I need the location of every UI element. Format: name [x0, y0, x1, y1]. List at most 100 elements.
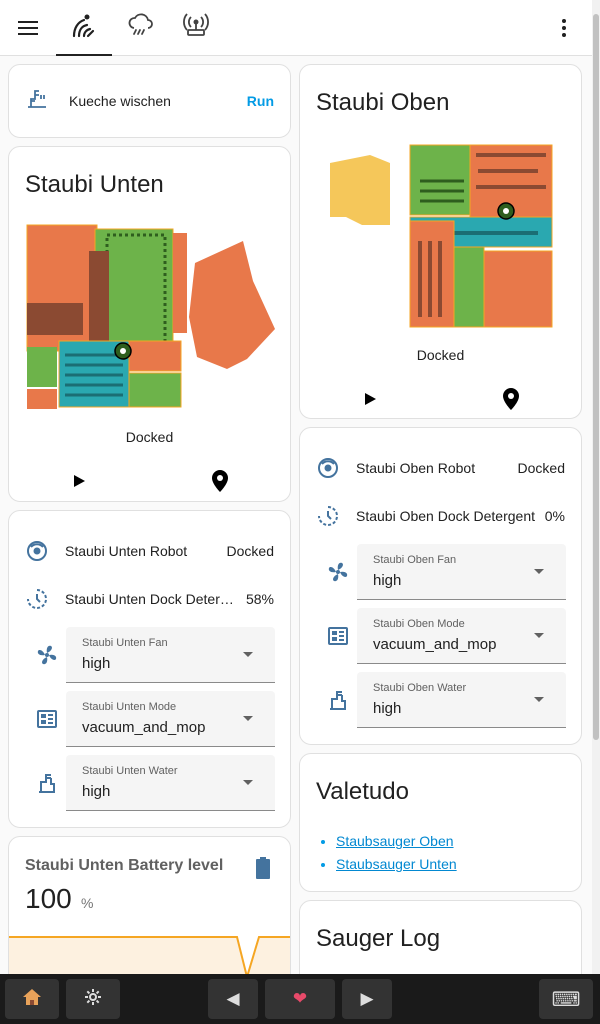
keyboard-button[interactable]: ⌨	[539, 979, 593, 1019]
chevron-down-icon	[534, 697, 544, 702]
start-button[interactable]	[59, 463, 99, 501]
water-select[interactable]: Staubi Unten Water high	[66, 755, 275, 811]
vacuum-map[interactable]	[25, 223, 277, 413]
keyboard-icon: ⌨	[551, 988, 581, 1011]
battery-card[interactable]: Staubi Unten Battery level 100 %	[8, 836, 291, 996]
vacuum-map[interactable]	[326, 141, 558, 331]
top-app-bar	[0, 0, 592, 56]
entity-row-robot[interactable]: Staubi Unten Robot Docked	[25, 527, 274, 575]
robot-vacuum-icon	[316, 456, 340, 480]
heart-icon: ❤	[292, 989, 308, 1008]
home-button[interactable]	[5, 979, 59, 1019]
map-marker-icon	[502, 387, 520, 415]
select-value: high	[373, 700, 402, 717]
fan-icon	[326, 560, 350, 584]
access-point-network-icon	[183, 12, 209, 43]
entity-state: 58%	[245, 591, 274, 607]
card-title: Valetudo	[316, 778, 409, 805]
play-icon	[363, 392, 377, 411]
mode-select[interactable]: Staubi Oben Mode vacuum_and_mop	[357, 608, 566, 664]
select-label: Staubi Oben Water	[373, 682, 467, 694]
battery-icon	[256, 857, 270, 884]
select-value: vacuum_and_mop	[82, 719, 206, 736]
select-label: Staubi Unten Fan	[82, 637, 168, 649]
next-icon: ▶	[360, 989, 374, 1008]
locate-button[interactable]	[491, 381, 531, 418]
tab-network[interactable]	[168, 0, 224, 56]
chevron-down-icon	[534, 633, 544, 638]
mode-select[interactable]: Staubi Unten Mode vacuum_and_mop	[66, 691, 275, 747]
previous-button[interactable]: ◀	[208, 979, 258, 1019]
fan-select[interactable]: Staubi Oben Fan high	[357, 544, 566, 600]
script-name: Kueche wischen	[69, 93, 171, 109]
select-label: Staubi Unten Mode	[82, 701, 177, 713]
card-title: Staubi Unten	[25, 171, 164, 198]
robot-vacuum-icon	[71, 12, 97, 43]
card-title: Staubi Oben	[316, 89, 450, 116]
chevron-down-icon	[243, 652, 253, 657]
tab-robot-vacuum[interactable]	[56, 0, 112, 56]
entity-name: Staubi Oben Dock Detergent	[356, 508, 535, 524]
link-staubsauger-unten[interactable]: Staubsauger Unten	[336, 856, 457, 872]
view-dashboard-icon	[35, 707, 59, 731]
link-staubsauger-oben[interactable]: Staubsauger Oben	[336, 833, 454, 849]
robot-vacuum-icon	[25, 539, 49, 563]
progress-clock-icon	[316, 504, 340, 528]
scrollbar-thumb[interactable]	[593, 14, 599, 740]
select-value: high	[82, 783, 111, 800]
select-value: high	[373, 572, 402, 589]
battery-unit: %	[81, 895, 94, 911]
select-label: Staubi Oben Fan	[373, 554, 457, 566]
fan-select[interactable]: Staubi Unten Fan high	[66, 627, 275, 683]
vacuum-status: Docked	[125, 429, 174, 445]
water-select[interactable]: Staubi Oben Water high	[357, 672, 566, 728]
hamburger-menu-icon[interactable]	[0, 0, 56, 56]
entities-card-unten: Staubi Unten Robot Docked Staubi Unten D…	[8, 510, 291, 828]
entity-state: Docked	[517, 460, 565, 476]
run-button[interactable]: Run	[247, 93, 274, 109]
select-value: high	[82, 655, 111, 672]
tab-weather[interactable]	[112, 0, 168, 56]
water-pump-icon	[25, 87, 49, 116]
next-button[interactable]: ▶	[342, 979, 392, 1019]
chevron-down-icon	[243, 716, 253, 721]
map-marker-icon	[211, 469, 229, 497]
previous-icon: ◀	[226, 989, 240, 1008]
battery-title: Staubi Unten Battery level	[25, 857, 224, 874]
bottom-toolbar: ◀ ❤ ▶ ⌨	[0, 974, 600, 1024]
entity-state: 0%	[544, 508, 565, 524]
select-label: Staubi Unten Water	[82, 765, 178, 777]
vacuum-status: Docked	[416, 347, 465, 363]
start-button[interactable]	[350, 381, 390, 418]
link-list: Staubsauger Oben Staubsauger Unten	[336, 830, 457, 876]
entity-name: Staubi Oben Robot	[356, 460, 476, 476]
entity-row-robot[interactable]: Staubi Oben Robot Docked	[316, 444, 565, 492]
locate-button[interactable]	[200, 463, 240, 501]
settings-button[interactable]	[66, 979, 120, 1019]
home-icon	[22, 987, 42, 1012]
vacuum-card-oben: Staubi Oben Docked	[299, 64, 582, 419]
chevron-down-icon	[243, 780, 253, 785]
weather-rainy-icon	[127, 12, 153, 43]
entity-name: Staubi Unten Robot	[65, 543, 188, 559]
select-value: vacuum_and_mop	[373, 636, 497, 653]
script-card: Kueche wischen Run	[8, 64, 291, 138]
select-label: Staubi Oben Mode	[373, 618, 465, 630]
favorite-button[interactable]: ❤	[265, 979, 335, 1019]
entity-state: Docked	[226, 543, 274, 559]
play-icon	[72, 474, 86, 493]
overflow-menu-icon[interactable]	[536, 0, 592, 56]
list-item: Staubsauger Oben	[336, 830, 457, 853]
fan-icon	[35, 643, 59, 667]
entity-row-detergent[interactable]: Staubi Oben Dock Detergent 0%	[316, 492, 565, 540]
gear-icon	[84, 988, 102, 1011]
water-pump-icon	[326, 688, 350, 712]
card-title: Sauger Log	[316, 925, 441, 952]
scrollbar[interactable]	[592, 0, 600, 974]
progress-clock-icon	[25, 587, 49, 611]
chevron-down-icon	[534, 569, 544, 574]
list-item: Staubsauger Unten	[336, 853, 457, 876]
entity-row-detergent[interactable]: Staubi Unten Dock Detergent 58%	[25, 575, 274, 623]
battery-value: 100	[25, 883, 72, 914]
view-dashboard-icon	[326, 624, 350, 648]
